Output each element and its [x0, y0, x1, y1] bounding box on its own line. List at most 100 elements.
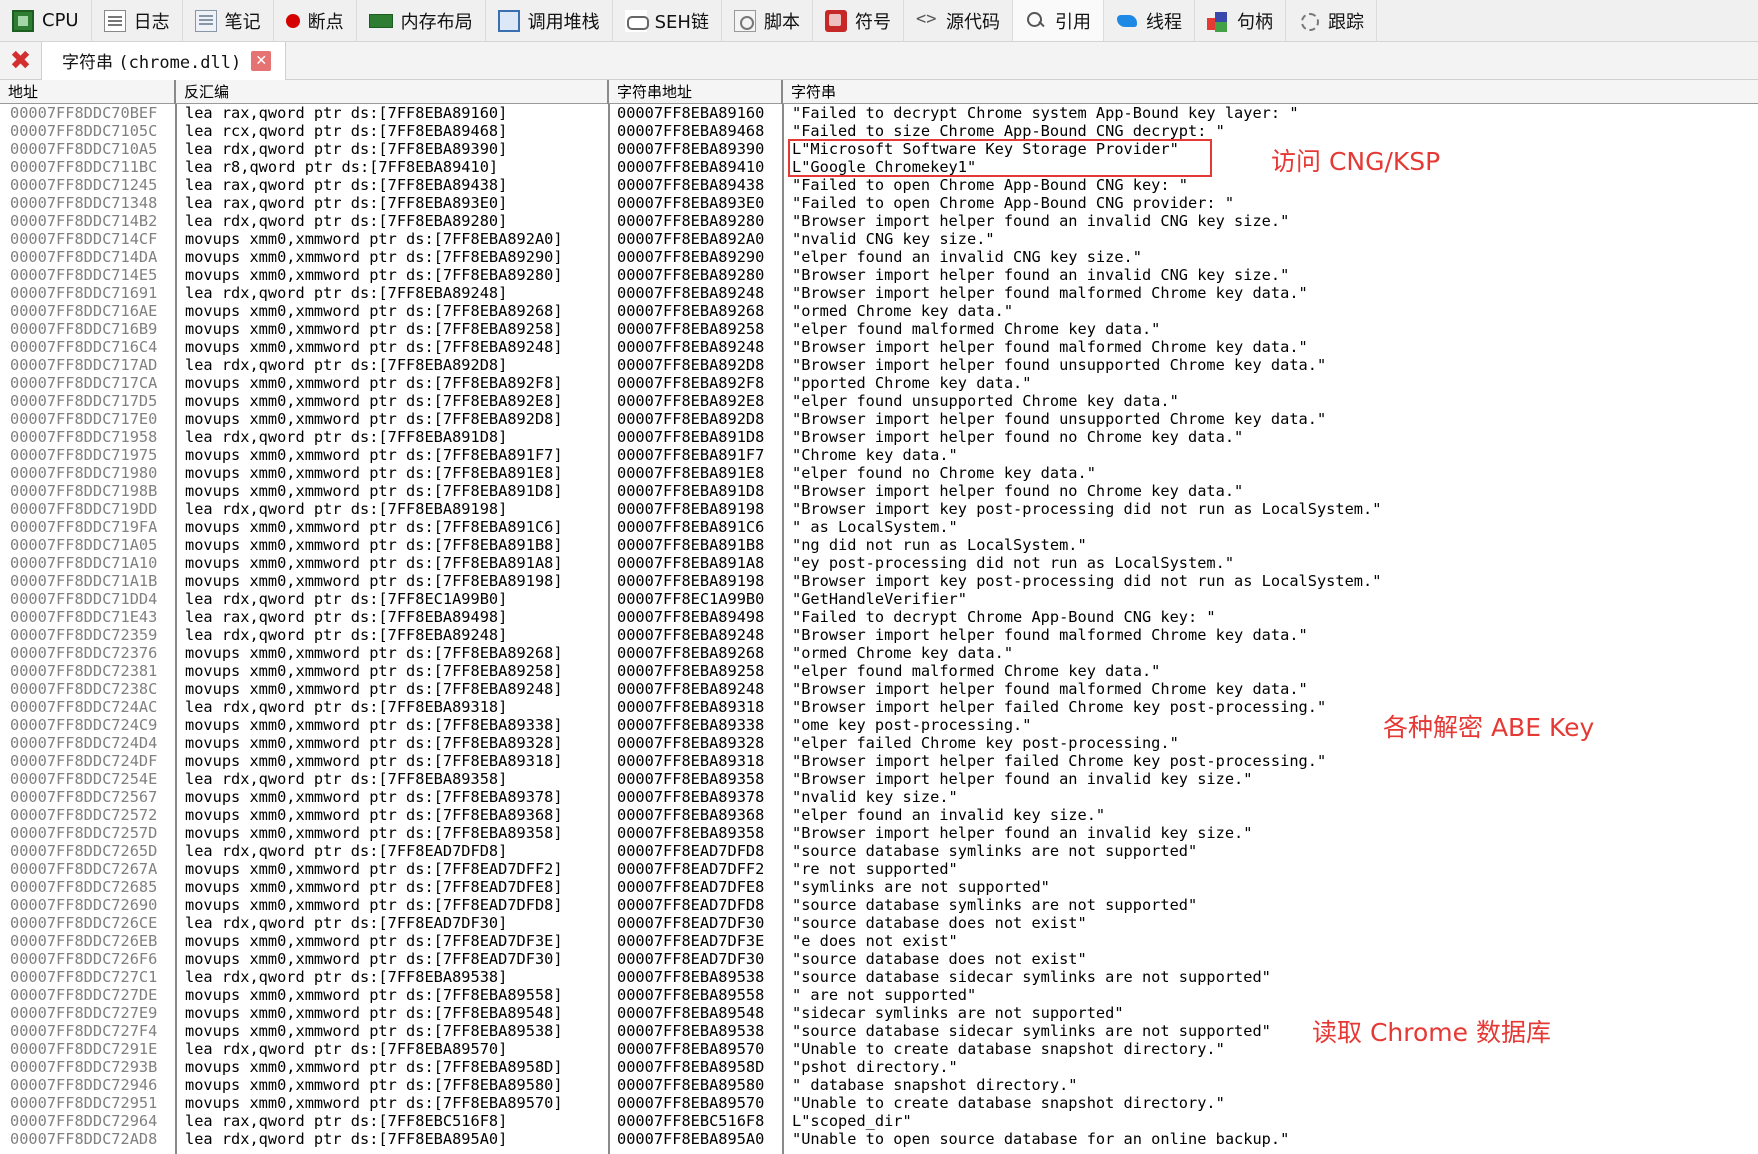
table-row[interactable]: 00007FF8DDC70BEF lea rax,qword ptr ds:[7F…	[0, 104, 1758, 122]
cell-address: 00007FF8DDC7254E	[10, 770, 158, 788]
table-row[interactable]: 00007FF8DDC71348 lea rax,qword ptr ds:[7F…	[0, 194, 1758, 212]
table-row[interactable]: 00007FF8DDC726EB movups xmm0,xmmword ptr …	[0, 932, 1758, 950]
table-row[interactable]: 00007FF8DDC7254E lea rdx,qword ptr ds:[7F…	[0, 770, 1758, 788]
table-row[interactable]: 00007FF8DDC7265D lea rdx,qword ptr ds:[7F…	[0, 842, 1758, 860]
table-row[interactable]: 00007FF8DDC714B2 lea rdx,qword ptr ds:[7F…	[0, 212, 1758, 230]
cell-string: "Browser import helper found malformed C…	[792, 626, 1308, 644]
header-string-address[interactable]: 字符串地址	[609, 80, 783, 104]
tab-label: 跟踪	[1327, 11, 1364, 33]
strings-tab-label: 字符串 (chrome.dll)	[62, 48, 241, 73]
table-row[interactable]: 00007FF8DDC716AE movups xmm0,xmmword ptr …	[0, 302, 1758, 320]
table-row[interactable]: 00007FF8DDC71691 lea rdx,qword ptr ds:[7F…	[0, 284, 1758, 302]
cell-address: 00007FF8DDC72359	[10, 626, 158, 644]
cell-string: "Browser import helper found no Chrome k…	[792, 428, 1244, 446]
table-row[interactable]: 00007FF8DDC72572 movups xmm0,xmmword ptr …	[0, 806, 1758, 824]
tab-symbols[interactable]: 符号	[813, 0, 904, 41]
cell-string-address: 00007FF8EBA89538	[617, 1022, 765, 1040]
cell-string-address: 00007FF8EBA892A0	[617, 230, 765, 248]
table-row[interactable]: 00007FF8DDC72359 lea rdx,qword ptr ds:[7F…	[0, 626, 1758, 644]
tab-breakpoints[interactable]: 断点	[274, 0, 357, 41]
cell-disassembly: movups xmm0,xmmword ptr ds:[7FF8EBA8958D…	[185, 1058, 563, 1076]
table-row[interactable]: 00007FF8DDC7238C movups xmm0,xmmword ptr …	[0, 680, 1758, 698]
cell-string: "Failed to open Chrome App-Bound CNG key…	[792, 176, 1189, 194]
tab-threads[interactable]: 线程	[1104, 0, 1195, 41]
table-row[interactable]: 00007FF8DDC726CE lea rdx,qword ptr ds:[7F…	[0, 914, 1758, 932]
cell-address: 00007FF8DDC72951	[10, 1094, 158, 1112]
table-row[interactable]: 00007FF8DDC71245 lea rax,qword ptr ds:[7F…	[0, 176, 1758, 194]
table-row[interactable]: 00007FF8DDC716C4 movups xmm0,xmmword ptr …	[0, 338, 1758, 356]
tab-references[interactable]: 引用	[1012, 0, 1104, 41]
table-row[interactable]: 00007FF8DDC71E43 lea rax,qword ptr ds:[7F…	[0, 608, 1758, 626]
tab-strings-chrome-dll[interactable]: 字符串 (chrome.dll) ✕	[42, 41, 287, 80]
table-row[interactable]: 00007FF8DDC714CF movups xmm0,xmmword ptr …	[0, 230, 1758, 248]
table-row[interactable]: 00007FF8DDC72946 movups xmm0,xmmword ptr …	[0, 1076, 1758, 1094]
cell-address: 00007FF8DDC7198B	[10, 482, 158, 500]
cell-address: 00007FF8DDC71A10	[10, 554, 158, 572]
tab-notes[interactable]: 笔记	[183, 0, 274, 41]
tab-seh[interactable]: SEH链	[613, 0, 722, 41]
cell-disassembly: movups xmm0,xmmword ptr ds:[7FF8EBA89268…	[185, 644, 563, 662]
header-disassembly[interactable]: 反汇编	[176, 80, 609, 104]
cell-string-address: 00007FF8EBA892D8	[617, 410, 765, 428]
cell-address: 00007FF8DDC711BC	[10, 158, 158, 176]
table-row[interactable]: 00007FF8DDC727DE movups xmm0,xmmword ptr …	[0, 986, 1758, 1004]
cell-address: 00007FF8DDC72685	[10, 878, 158, 896]
table-row[interactable]: 00007FF8DDC726F6 movups xmm0,xmmword ptr …	[0, 950, 1758, 968]
cell-string-address: 00007FF8EBA89378	[617, 788, 765, 806]
cell-string: "Browser import key post-processing did …	[792, 572, 1382, 590]
header-string[interactable]: 字符串	[783, 80, 1758, 104]
table-row[interactable]: 00007FF8DDC72690 movups xmm0,xmmword ptr …	[0, 896, 1758, 914]
table-row[interactable]: 00007FF8DDC717AD lea rdx,qword ptr ds:[7F…	[0, 356, 1758, 374]
breakpoint-icon	[285, 13, 300, 28]
table-row[interactable]: 00007FF8DDC719FA movups xmm0,xmmword ptr …	[0, 518, 1758, 536]
tab-log[interactable]: 日志	[92, 0, 183, 41]
table-row[interactable]: 00007FF8DDC717D5 movups xmm0,xmmword ptr …	[0, 392, 1758, 410]
table-row[interactable]: 00007FF8DDC71A1B movups xmm0,xmmword ptr …	[0, 572, 1758, 590]
table-row[interactable]: 00007FF8DDC72685 movups xmm0,xmmword ptr …	[0, 878, 1758, 896]
tab-script[interactable]: 脚本	[722, 0, 813, 41]
table-row[interactable]: 00007FF8DDC7267A movups xmm0,xmmword ptr …	[0, 860, 1758, 878]
table-row[interactable]: 00007FF8DDC719DD lea rdx,qword ptr ds:[7F…	[0, 500, 1758, 518]
cell-string: "elper found no Chrome key data."	[792, 464, 1096, 482]
table-row[interactable]: 00007FF8DDC7198B movups xmm0,xmmword ptr …	[0, 482, 1758, 500]
table-row[interactable]: 00007FF8DDC72376 movups xmm0,xmmword ptr …	[0, 644, 1758, 662]
tab-cpu[interactable]: CPU	[0, 0, 92, 41]
cell-address: 00007FF8DDC72381	[10, 662, 158, 680]
table-row[interactable]: 00007FF8DDC714E5 movups xmm0,xmmword ptr …	[0, 266, 1758, 284]
table-row[interactable]: 00007FF8DDC716B9 movups xmm0,xmmword ptr …	[0, 320, 1758, 338]
close-tab-icon[interactable]: ✕	[251, 50, 272, 71]
cell-string-address: 00007FF8EBA89248	[617, 284, 765, 302]
table-row[interactable]: 00007FF8DDC72567 movups xmm0,xmmword ptr …	[0, 788, 1758, 806]
header-address[interactable]: 地址	[0, 80, 176, 104]
cell-address: 00007FF8DDC727E9	[10, 1004, 158, 1022]
table-row[interactable]: 00007FF8DDC72951 movups xmm0,xmmword ptr …	[0, 1094, 1758, 1112]
table-row[interactable]: 00007FF8DDC72964 lea rax,qword ptr ds:[7F…	[0, 1112, 1758, 1130]
table-row[interactable]: 00007FF8DDC724DF movups xmm0,xmmword ptr …	[0, 752, 1758, 770]
table-row[interactable]: 00007FF8DDC72AD8 lea rdx,qword ptr ds:[7F…	[0, 1130, 1758, 1148]
table-row[interactable]: 00007FF8DDC71DD4 lea rdx,qword ptr ds:[7F…	[0, 590, 1758, 608]
table-row[interactable]: 00007FF8DDC72381 movups xmm0,xmmword ptr …	[0, 662, 1758, 680]
table-row[interactable]: 00007FF8DDC717E0 movups xmm0,xmmword ptr …	[0, 410, 1758, 428]
table-row[interactable]: 00007FF8DDC71980 movups xmm0,xmmword ptr …	[0, 464, 1758, 482]
table-row[interactable]: 00007FF8DDC71A10 movups xmm0,xmmword ptr …	[0, 554, 1758, 572]
table-row[interactable]: 00007FF8DDC7105C lea rcx,qword ptr ds:[7F…	[0, 122, 1758, 140]
table-row[interactable]: 00007FF8DDC727C1 lea rdx,qword ptr ds:[7F…	[0, 968, 1758, 986]
annotation-cng-ksp: 访问 CNG/KSP	[1271, 147, 1441, 176]
tab-memory[interactable]: 内存布局	[357, 0, 486, 41]
tab-callstack[interactable]: 调用堆栈	[486, 0, 613, 41]
table-row[interactable]: 00007FF8DDC714DA movups xmm0,xmmword ptr …	[0, 248, 1758, 266]
close-all-tabs-icon[interactable]: ✖	[0, 41, 42, 80]
table-row[interactable]: 00007FF8DDC71A05 movups xmm0,xmmword ptr …	[0, 536, 1758, 554]
tab-trace[interactable]: 跟踪	[1286, 0, 1377, 41]
table-row[interactable]: 00007FF8DDC71958 lea rdx,qword ptr ds:[7F…	[0, 428, 1758, 446]
table-row[interactable]: 00007FF8DDC717CA movups xmm0,xmmword ptr …	[0, 374, 1758, 392]
tab-source[interactable]: 源代码	[904, 0, 1013, 41]
cell-disassembly: movups xmm0,xmmword ptr ds:[7FF8EBA89338…	[185, 716, 563, 734]
table-row[interactable]: 00007FF8DDC7293B movups xmm0,xmmword ptr …	[0, 1058, 1758, 1076]
tab-handles[interactable]: 句柄	[1195, 0, 1286, 41]
table-row[interactable]: 00007FF8DDC7257D movups xmm0,xmmword ptr …	[0, 824, 1758, 842]
cell-address: 00007FF8DDC71DD4	[10, 590, 158, 608]
cell-string-address: 00007FF8EBA89198	[617, 572, 765, 590]
table-row[interactable]: 00007FF8DDC71975 movups xmm0,xmmword ptr …	[0, 446, 1758, 464]
tab-label: 调用堆栈	[527, 11, 600, 33]
